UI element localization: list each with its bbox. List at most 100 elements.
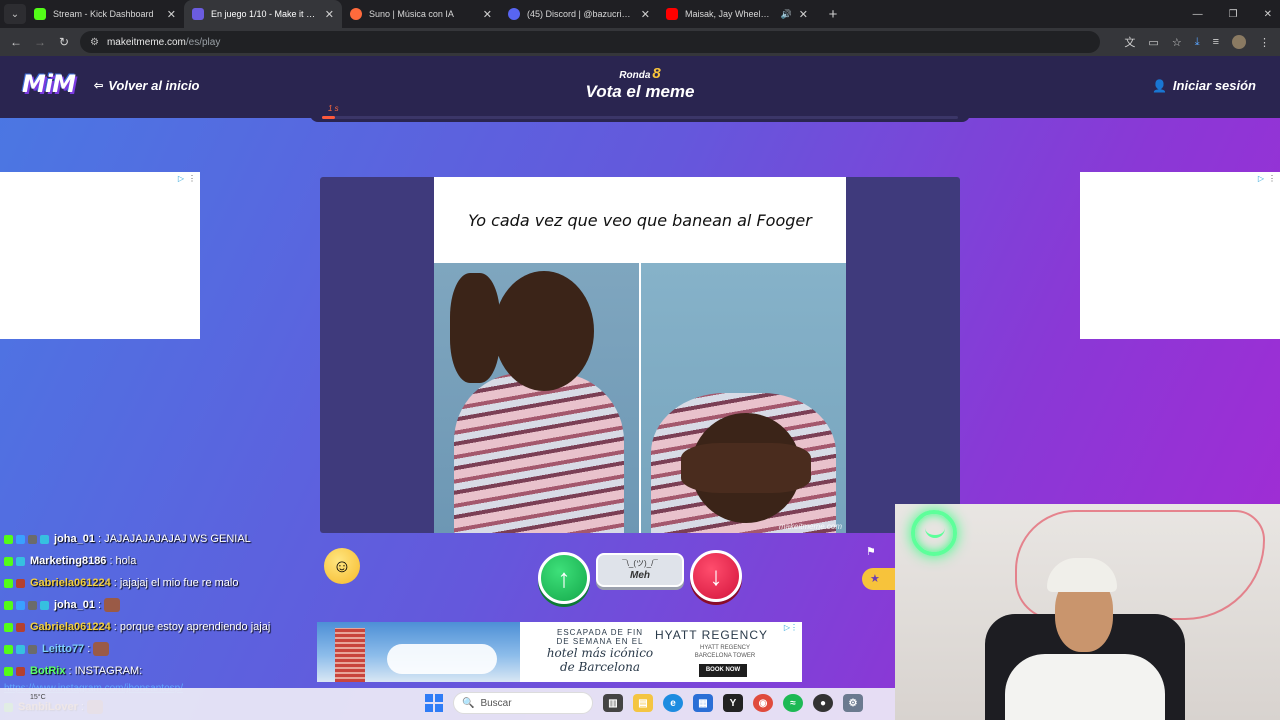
forward-arrow-icon[interactable]: → <box>28 35 52 49</box>
restore-icon[interactable]: ❐ <box>1229 9 1238 20</box>
tab-youtube[interactable]: Maisak, Jay Wheeler, Brytia 🔊 ✕ <box>658 0 816 28</box>
tab-title: En juego 1/10 - Make it Meme <box>211 9 318 19</box>
file-explorer-icon[interactable]: ▤ <box>633 694 653 712</box>
taskbar-apps: 🔍 Buscar ▥ ▤ e ▦ Y ◉ ≈ ● ⚙ <box>425 692 863 714</box>
ad-banner-bottom[interactable]: ESCAPADA DE FIN DE SEMANA EN EL hotel má… <box>317 622 802 682</box>
spotify-icon[interactable]: ≈ <box>783 694 803 712</box>
close-tab-icon[interactable]: ✕ <box>325 8 334 21</box>
chat-username[interactable]: joha_01 <box>54 533 95 545</box>
tab-kick-dashboard[interactable]: Stream - Kick Dashboard ✕ <box>26 0 184 28</box>
extensions-icon[interactable]: ≡ <box>1213 36 1219 48</box>
chat-badge-icon <box>4 644 13 654</box>
vote-meh-button[interactable]: ¯\_(ツ)_/¯ Meh <box>596 553 684 587</box>
ad-sub-1: HYATT REGENCY <box>699 645 750 651</box>
cast-icon[interactable]: ▭ <box>1148 36 1158 49</box>
task-view-icon[interactable]: ▥ <box>603 694 623 712</box>
store-icon[interactable]: ▦ <box>693 694 713 712</box>
close-tab-icon[interactable]: ✕ <box>799 8 808 21</box>
meme-caption: Yo cada vez que veo que banean al Fooger <box>468 210 812 230</box>
adchoices-icon[interactable]: ▷⋮ <box>784 623 798 632</box>
tab-search-icon[interactable]: ⌄ <box>4 4 26 24</box>
obs-icon[interactable]: ● <box>813 694 833 712</box>
chat-username[interactable]: joha_01 <box>54 599 95 611</box>
chat-message: Gabriela061224: porque estoy aprendiendo… <box>4 616 314 638</box>
crying-kid-arm <box>450 273 500 383</box>
close-tab-icon[interactable]: ✕ <box>483 8 492 21</box>
ad-tower <box>335 628 365 682</box>
address-bar[interactable]: ⚙ makeitmeme.com/es/play <box>80 31 1100 53</box>
chat-message: BotRix: INSTAGRAM: <box>4 660 314 682</box>
chat-badge-icon <box>16 644 25 654</box>
tab-discord[interactable]: (45) Discord | @bazucristo1 ✕ <box>500 0 658 28</box>
crying-kid-shirt <box>454 373 624 533</box>
chat-message: Gabriela061224: jajajaj el mio fue re ma… <box>4 572 314 594</box>
discord-favicon-icon <box>508 8 520 20</box>
kick-favicon-icon <box>34 8 46 20</box>
tab-title: (45) Discord | @bazucristo1 <box>527 9 634 19</box>
vote-down-button[interactable]: ↓ <box>690 550 742 602</box>
chat-badge-icon <box>28 644 37 654</box>
adchoices-icon[interactable]: ▷⋮ <box>178 174 196 183</box>
adchoices-icon[interactable]: ▷⋮ <box>1258 174 1276 183</box>
chat-username[interactable]: BotRix <box>30 665 65 677</box>
ad-book-now-button[interactable]: BOOK NOW <box>699 664 747 677</box>
crying-kid-head <box>494 271 594 391</box>
close-tab-icon[interactable]: ✕ <box>641 8 650 21</box>
tab-make-it-meme[interactable]: En juego 1/10 - Make it Meme ✕ <box>184 0 342 28</box>
ad-banner-right[interactable]: ▷ ⋮ <box>1080 172 1280 339</box>
windows-start-icon[interactable] <box>425 694 443 712</box>
chat-message: joha_01: <box>4 594 314 616</box>
profile-avatar[interactable] <box>1232 35 1246 49</box>
site-info-icon[interactable]: ⚙ <box>90 37 99 48</box>
arrow-up-icon: ↑ <box>557 562 571 593</box>
chat-badge-icon <box>40 600 49 610</box>
chat-username[interactable]: Gabriela061224 <box>30 577 111 589</box>
round-label: Ronda <box>619 70 651 81</box>
bookmark-star-icon[interactable]: ☆ <box>1172 36 1182 49</box>
page-title: Vota el meme <box>585 82 695 101</box>
windows-taskbar: 15°C 🔍 Buscar ▥ ▤ e ▦ Y ◉ ≈ ● ⚙ <box>0 688 895 720</box>
chat-text: : jajajaj el mio fue re malo <box>113 577 239 589</box>
download-icon[interactable]: ⤓ <box>1195 36 1200 49</box>
meme-image: Yo cada vez que veo que banean al Fooger… <box>434 177 846 533</box>
yahoo-icon[interactable]: Y <box>723 694 743 712</box>
chat-text: : hola <box>109 555 137 567</box>
browser-menu-icon[interactable]: ⋮ <box>1259 36 1270 49</box>
speaker-icon[interactable]: 🔊 <box>781 9 792 20</box>
report-flag-icon[interactable]: ⚑ <box>866 545 876 558</box>
minimize-icon[interactable]: — <box>1193 9 1203 20</box>
browser-toolbar: ← → ↻ ⚙ makeitmeme.com/es/play 文 ▭ ☆ ⤓ ≡… <box>0 28 1280 56</box>
ad-line-4: de Barcelona <box>559 660 641 674</box>
reload-icon[interactable]: ↻ <box>52 35 76 49</box>
close-tab-icon[interactable]: ✕ <box>167 8 176 21</box>
youtube-favicon-icon <box>666 8 678 20</box>
translate-icon[interactable]: 文 <box>1124 34 1135 50</box>
star-icon: ★ <box>870 573 880 585</box>
chat-username[interactable]: Gabriela061224 <box>30 621 111 633</box>
chat-username[interactable]: Marketing8186 <box>30 555 106 567</box>
chat-message: Leitto77: <box>4 638 314 660</box>
taskbar-search[interactable]: 🔍 Buscar <box>453 692 593 714</box>
edge-icon[interactable]: e <box>663 694 683 712</box>
login-button[interactable]: 👤 Iniciar sesión <box>1152 78 1256 93</box>
chrome-icon[interactable]: ◉ <box>753 694 773 712</box>
chat-text: : JAJAJAJAJAJAJ WS GENIAL <box>97 533 251 545</box>
emoji-reaction-button[interactable]: ☺ <box>324 548 360 584</box>
new-tab-icon[interactable]: + <box>822 6 844 23</box>
streamer-body <box>1005 654 1165 720</box>
url-path: /es/play <box>185 36 221 48</box>
weather-widget[interactable]: 15°C <box>30 694 46 701</box>
vote-up-button[interactable]: ↑ <box>538 552 590 604</box>
window-controls: — ❐ ✕ <box>1193 0 1272 28</box>
smiling-face-icon: ☺ <box>332 555 352 576</box>
close-window-icon[interactable]: ✕ <box>1264 9 1272 20</box>
back-arrow-icon[interactable]: ← <box>4 35 28 49</box>
tab-suno[interactable]: Suno | Música con IA ✕ <box>342 0 500 28</box>
ad-sub-2: BARCELONA TOWER <box>694 653 756 659</box>
chat-badge-icon <box>28 600 37 610</box>
ad-line-2: DE SEMANA EN EL <box>556 637 644 646</box>
ad-banner-left[interactable]: ▷ ⋮ <box>0 172 200 339</box>
chat-username[interactable]: Leitto77 <box>42 643 84 655</box>
settings-gear-icon[interactable]: ⚙ <box>843 694 863 712</box>
ad-cloud <box>387 644 497 674</box>
